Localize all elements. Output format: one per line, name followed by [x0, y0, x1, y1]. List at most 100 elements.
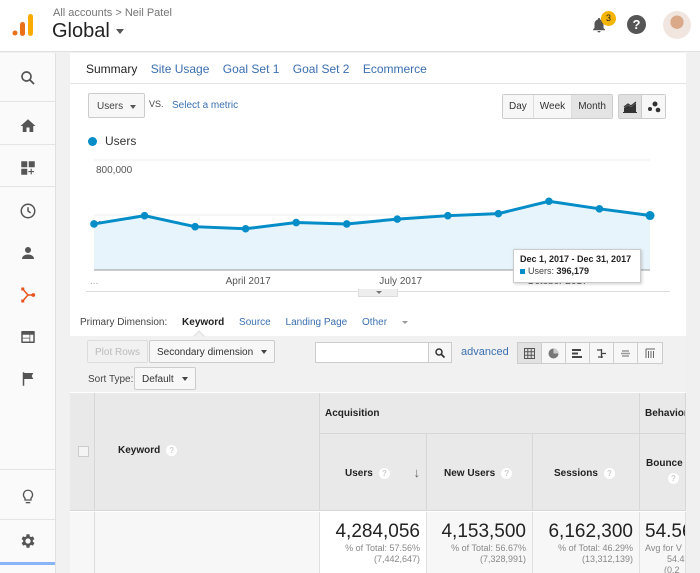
analytics-logo-icon[interactable] — [12, 13, 36, 37]
total-overall: (13,312,139) — [581, 554, 633, 564]
page-scrollbar[interactable] — [686, 53, 700, 573]
dimension-other[interactable]: Other — [362, 317, 420, 328]
gear-icon — [21, 534, 34, 548]
data-view-button[interactable] — [518, 343, 542, 363]
grid-icon — [524, 347, 535, 359]
comparison-view-button[interactable] — [590, 343, 614, 363]
sidebar-item-customization[interactable] — [0, 147, 55, 189]
tab-summary[interactable]: Summary — [86, 62, 137, 76]
tab-ecommerce[interactable]: Ecommerce — [363, 62, 427, 76]
y-tick-label: 800,000 — [96, 165, 133, 176]
data-point — [140, 211, 149, 220]
legend-label: Users — [105, 134, 137, 148]
data-point — [191, 222, 199, 231]
month-button[interactable]: Month — [572, 95, 612, 118]
divider — [70, 83, 686, 84]
help-icon[interactable]: ? — [627, 15, 646, 34]
chevron-down-icon — [261, 350, 268, 355]
tooltip-label: Users: — [528, 266, 555, 276]
collapse-chart-toggle[interactable] — [358, 289, 398, 297]
tab-goal-set-1[interactable]: Goal Set 1 — [223, 62, 280, 76]
comparison-icon — [597, 348, 606, 358]
column-header-sessions[interactable]: Sessions? — [533, 434, 640, 511]
chevron-down-icon — [181, 377, 188, 382]
sort-descending-icon[interactable]: ↓ — [414, 465, 421, 480]
home-icon — [20, 119, 35, 132]
dashboard-add-icon — [20, 161, 35, 175]
sidebar-item-acquisition[interactable] — [0, 274, 55, 316]
total-average: 54.4 — [667, 554, 685, 564]
totals-bounce-rate: 54.56 Avg for V 54.4 (0.2 — [640, 512, 686, 573]
sidebar-item-home[interactable] — [0, 105, 55, 147]
sidebar-item-search[interactable] — [0, 57, 55, 99]
performance-view-button[interactable] — [566, 343, 590, 363]
sidebar-item-behavior[interactable] — [0, 316, 55, 358]
tooltip-value: 396,179 — [556, 266, 590, 276]
search-button[interactable] — [428, 342, 452, 363]
sidebar-item-audience[interactable] — [0, 232, 55, 274]
help-icon[interactable]: ? — [166, 445, 178, 456]
divider — [0, 101, 55, 102]
notification-count-badge: 3 — [601, 11, 616, 26]
secondary-dimension-select[interactable]: Secondary dimension — [149, 340, 276, 363]
sidebar-item-conversions[interactable] — [0, 358, 55, 400]
line-chart-icon — [623, 101, 637, 113]
report-content: Summary Site Usage Goal Set 1 Goal Set 2… — [70, 53, 686, 573]
chart-type-toggle — [618, 94, 666, 119]
column-header-users[interactable]: Users? ↓ — [320, 434, 427, 511]
help-icon[interactable]: ? — [501, 468, 513, 479]
term-cloud-view-button[interactable] — [614, 343, 638, 363]
help-icon[interactable]: ? — [378, 468, 390, 479]
chevron-down-icon — [115, 29, 124, 35]
behavior-window-icon — [20, 331, 35, 343]
help-icon[interactable]: ? — [668, 473, 679, 484]
total-value: 54.56 — [645, 521, 685, 542]
data-point — [545, 197, 553, 206]
dimension-keyword[interactable]: Keyword — [182, 317, 224, 328]
dimension-source[interactable]: Source — [239, 317, 271, 328]
column-header-label: Keyword — [118, 445, 161, 457]
totals-users: 4,284,056 % of Total: 57.56% (7,442,647) — [320, 512, 427, 573]
percentage-view-button[interactable] — [542, 343, 566, 363]
sidebar-item-realtime[interactable] — [0, 190, 55, 232]
sidebar-item-discover[interactable] — [0, 476, 55, 518]
group-header-behavior: Behavior — [640, 393, 686, 434]
breadcrumb[interactable]: All accounts > Neil Patel — [53, 7, 172, 19]
select-comparison-metric-link[interactable]: Select a metric — [172, 100, 238, 111]
sort-type-value: Default — [142, 374, 174, 385]
total-value: 6,162,300 — [548, 521, 633, 542]
column-header-label: New Users — [444, 468, 496, 480]
metric-select[interactable]: Users — [88, 93, 145, 118]
column-header-new-users[interactable]: New Users? — [427, 434, 533, 511]
granularity-toggle: Day Week Month — [502, 94, 613, 119]
chart-tooltip: Dec 1, 2017 - Dec 31, 2017 Users: 396,17… — [513, 249, 641, 283]
tab-goal-set-2[interactable]: Goal Set 2 — [293, 62, 350, 76]
sort-type-label: Sort Type: — [88, 374, 134, 385]
select-all-checkbox[interactable] — [78, 446, 89, 457]
user-avatar[interactable] — [663, 11, 691, 39]
motion-chart-button[interactable] — [642, 95, 665, 118]
divider — [0, 144, 55, 145]
dimension-landing-page[interactable]: Landing Page — [286, 317, 348, 328]
help-icon[interactable]: ? — [603, 468, 615, 479]
tab-site-usage[interactable]: Site Usage — [151, 62, 210, 76]
week-button[interactable]: Week — [533, 95, 573, 118]
explorer-tabs: Summary Site Usage Goal Set 1 Goal Set 2… — [86, 62, 437, 76]
total-overall: (7,442,647) — [373, 554, 420, 564]
plot-rows-button[interactable]: Plot Rows — [87, 340, 149, 363]
day-button[interactable]: Day — [503, 95, 534, 118]
lightbulb-icon — [22, 489, 33, 504]
clock-icon — [20, 203, 35, 219]
pivot-view-button[interactable] — [638, 343, 662, 363]
column-header-label: Bounce R — [646, 458, 685, 469]
advanced-filter-link[interactable]: advanced — [461, 346, 509, 358]
pie-chart-icon — [548, 348, 559, 358]
sidebar-item-admin[interactable] — [0, 520, 55, 562]
sort-type-select[interactable]: Default — [134, 367, 196, 390]
table-search-input[interactable] — [315, 342, 430, 363]
data-point — [645, 211, 655, 221]
column-header-bounce-rate[interactable]: Bounce R? — [640, 434, 686, 511]
line-chart-button[interactable] — [619, 95, 642, 118]
view-selector[interactable]: Global — [52, 20, 124, 43]
column-header-keyword[interactable]: Keyword? — [95, 393, 320, 511]
